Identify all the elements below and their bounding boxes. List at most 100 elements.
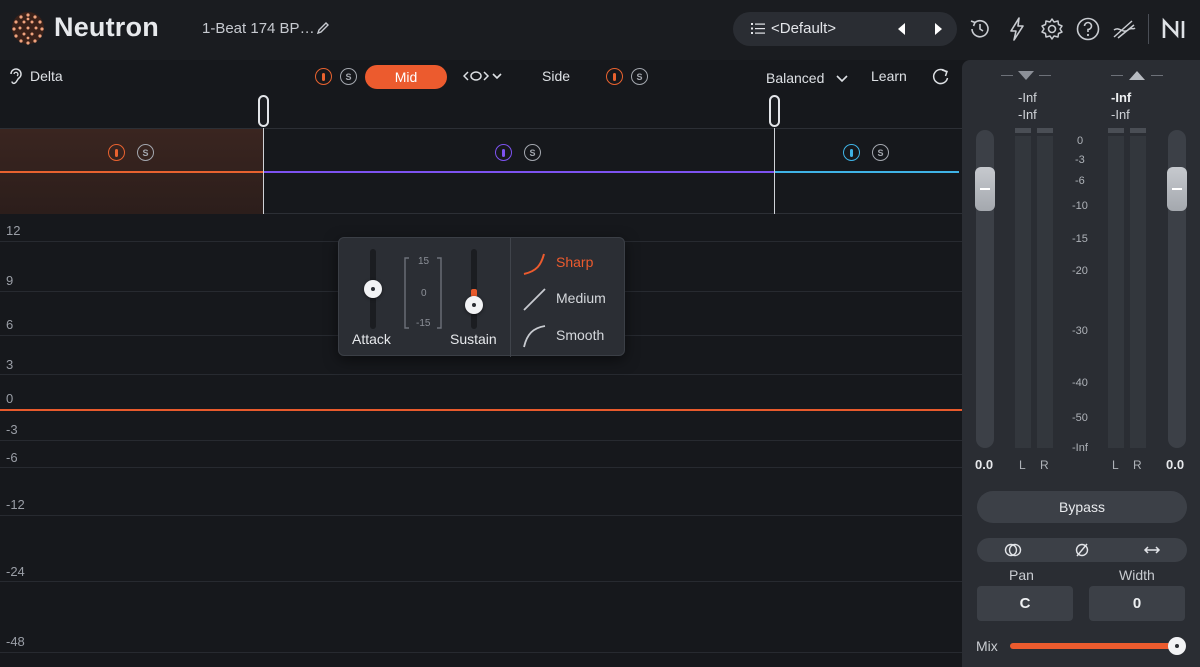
attack-label: Attack [352, 331, 391, 347]
marker-dash [1111, 75, 1123, 76]
input-peak-left: -Inf [1018, 90, 1037, 105]
curve-option-smooth[interactable]: Smooth [523, 322, 623, 350]
mix-slider-knob[interactable] [1168, 637, 1186, 655]
output-gain-fader-knob[interactable] [1167, 167, 1187, 211]
db-label: -3 [6, 422, 18, 437]
input-meter-marker-icon [1018, 71, 1034, 80]
band-3-solo-button[interactable]: S [872, 144, 889, 161]
mid-solo-button[interactable]: S [340, 68, 357, 85]
ni-logo-icon [1162, 17, 1185, 39]
input-meter-right [1037, 128, 1053, 448]
band-3-line [775, 171, 959, 173]
meter-scale-label: -3 [1075, 154, 1085, 166]
curve-label-smooth: Smooth [556, 327, 605, 343]
marker-dash [1039, 75, 1051, 76]
mix-slider[interactable] [1010, 643, 1178, 649]
mid-mode-button[interactable]: Mid [365, 65, 447, 89]
input-left-label: L [1019, 458, 1026, 472]
power-icon [613, 72, 616, 81]
meter-scale-label: -20 [1072, 265, 1088, 277]
help-icon[interactable] [1075, 16, 1101, 42]
lightning-icon[interactable] [1004, 16, 1030, 42]
mono-icon[interactable] [1004, 542, 1022, 558]
pencil-icon[interactable] [315, 20, 331, 36]
previous-preset-icon[interactable] [893, 20, 911, 38]
crossover-mode-dropdown[interactable]: Balanced [766, 70, 824, 86]
output-gain-value[interactable]: 0.0 [1166, 457, 1184, 472]
db-label: 0 [6, 391, 14, 406]
track-name[interactable]: 1-Beat 174 BP… [202, 20, 315, 37]
ear-icon[interactable] [8, 67, 22, 85]
delta-label[interactable]: Delta [30, 68, 63, 84]
band-2-line [264, 171, 774, 173]
band-3-power-button[interactable] [843, 144, 860, 161]
grid-line [0, 467, 962, 468]
learn-button[interactable]: Learn [871, 68, 907, 84]
band-1-solo-button[interactable]: S [137, 144, 154, 161]
curve-option-sharp[interactable]: Sharp [523, 249, 623, 277]
db-label: 6 [6, 317, 14, 332]
chevron-down-icon[interactable] [836, 73, 848, 83]
solo-icon: S [529, 147, 536, 158]
crossover-handle-1[interactable] [258, 95, 269, 127]
smooth-curve-icon [523, 325, 546, 348]
preset-name[interactable]: <Default> [771, 20, 836, 37]
stereo-mode-dropdown-icon[interactable] [463, 67, 505, 85]
neutron-logo-icon [12, 12, 44, 45]
grid-line [0, 652, 962, 653]
header-bar: Neutron 1-Beat 174 BP… <Default> [0, 0, 1200, 60]
curve-label-medium: Medium [556, 290, 606, 306]
db-label: 3 [6, 357, 14, 372]
sharp-curve-icon [523, 253, 545, 275]
output-panel: -Inf -Inf 0.0 L R 0 -3 -6 -10 -15 -20 -3… [962, 60, 1200, 667]
solo-icon: S [345, 71, 352, 82]
mid-power-button[interactable] [315, 68, 332, 85]
history-icon[interactable] [967, 16, 993, 42]
input-gain-value[interactable]: 0.0 [975, 457, 993, 472]
sustain-slider-knob[interactable] [465, 296, 483, 314]
power-icon [322, 72, 325, 81]
width-label: Width [1119, 567, 1155, 583]
refresh-icon[interactable] [931, 66, 951, 86]
gain-curve[interactable] [0, 409, 962, 411]
bypass-button[interactable]: Bypass [977, 491, 1187, 523]
crossover-line-1 [263, 128, 264, 214]
band-1-power-button[interactable] [108, 144, 125, 161]
band-2-power-button[interactable] [495, 144, 512, 161]
phase-invert-icon[interactable] [1073, 542, 1091, 558]
side-solo-button[interactable]: S [631, 68, 648, 85]
curve-label-sharp: Sharp [556, 254, 594, 270]
input-peak-right: -Inf [1018, 107, 1037, 122]
marker-dash [1001, 75, 1013, 76]
solo-icon: S [636, 71, 643, 82]
scale-label: 0 [421, 288, 427, 299]
db-label: 12 [6, 223, 21, 238]
pan-label: Pan [1009, 567, 1034, 583]
width-value-field[interactable]: 0 [1089, 586, 1185, 621]
side-power-button[interactable] [606, 68, 623, 85]
next-preset-icon[interactable] [929, 20, 947, 38]
output-meter-right [1130, 128, 1146, 448]
input-gain-fader-knob[interactable] [975, 167, 995, 211]
meter-scale-label: -6 [1075, 175, 1085, 187]
preset-selector[interactable]: <Default> [733, 12, 957, 46]
band-2-solo-button[interactable]: S [524, 144, 541, 161]
swap-channels-icon[interactable] [1143, 542, 1161, 558]
crossover-line-2 [774, 128, 775, 214]
band-strip: S S S [0, 128, 962, 214]
db-label: -24 [6, 564, 25, 579]
list-icon [751, 23, 765, 34]
power-icon [115, 148, 118, 157]
side-mode-button[interactable]: Side [542, 68, 570, 84]
grid-line [0, 374, 962, 375]
attack-slider-knob[interactable] [364, 280, 382, 298]
grid-line [0, 440, 962, 441]
signal-chain-icon[interactable] [1111, 16, 1137, 42]
meter-scale-label: -10 [1072, 200, 1088, 212]
mix-label: Mix [976, 638, 998, 654]
pan-value-field[interactable]: C [977, 586, 1073, 621]
scale-label: 15 [418, 256, 430, 267]
settings-icon[interactable] [1039, 16, 1065, 42]
curve-option-medium[interactable]: Medium [523, 285, 623, 313]
crossover-handle-2[interactable] [769, 95, 780, 127]
